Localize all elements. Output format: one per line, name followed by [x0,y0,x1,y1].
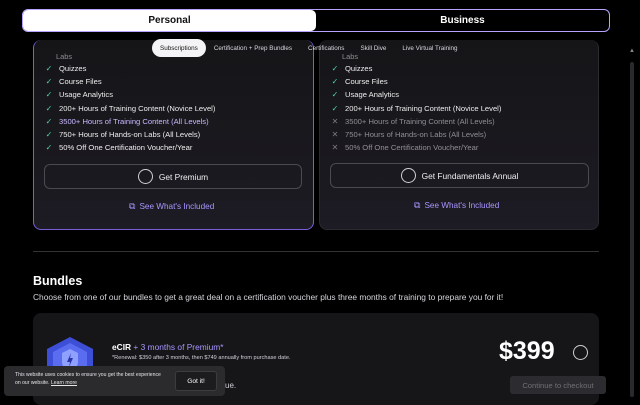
check-icon: ✓ [45,130,53,139]
check-icon: ✓ [45,64,53,73]
feature-item: ✓ 3500+ Hours of Training Content (All Le… [44,117,209,126]
external-link-icon: ⧉ [414,200,421,210]
cookie-accept-button[interactable]: Got it! [175,371,217,391]
bundle-select-radio[interactable] [573,345,588,360]
feature-text: 200+ Hours of Training Content (Novice L… [59,103,216,113]
check-icon: ✓ [45,143,53,153]
section-divider [33,251,599,252]
get-premium-button[interactable]: Get Premium [44,164,302,189]
tab-skill-dive[interactable]: Skill Dive [352,39,394,57]
check-icon: ✓ [45,77,53,87]
feature-text: Course Files [59,77,102,87]
cross-icon: ✕ [331,143,339,153]
check-icon: ✓ [331,77,339,87]
scroll-up-arrow-icon[interactable]: ▲ [629,48,635,54]
feature-item: ✓ 200+ Hours of Training Content (Novice … [330,103,502,113]
feature-text: 50% Off One Certification Voucher/Year [345,143,479,153]
tab-certification-prep-bundles[interactable]: Certification + Prep Bundles [206,39,300,57]
check-icon: ✓ [331,90,339,100]
feature-item: ✓ Quizzes [330,64,373,73]
cross-icon: ✕ [331,130,339,139]
bundle-plus-text: + 3 months of Premium* [131,342,224,352]
feature-text: 50% Off One Certification Voucher/Year [59,143,193,153]
premium-see-included-link[interactable]: ⧉ See What's Included [129,201,214,212]
bundles-heading: Bundles [33,274,83,288]
feature-item: ✓ Quizzes [44,64,87,73]
feature-text: Usage Analytics [345,90,400,100]
subscription-subnav: Subscriptions Certification + Prep Bundl… [152,39,466,57]
get-fundamentals-label: Get Fundamentals Annual [421,170,519,181]
check-icon: ✓ [331,103,339,113]
continue-to-checkout-button[interactable]: Continue to checkout [510,376,606,394]
bundle-cert-name: eCIR [112,342,132,352]
feature-item: ✓ Course Files [330,77,388,86]
check-icon: ✓ [45,116,53,126]
bundle-renewal-note: *Renewal: $350 after 3 months, then $749… [112,355,291,361]
radio-circle-icon [400,168,416,183]
feature-text: 750+ Hours of Hands-on Labs (All Levels) [345,130,487,139]
check-icon: ✓ [45,90,53,100]
tab-certifications[interactable]: Certifications [300,39,352,57]
personal-tab[interactable]: Personal [23,10,316,31]
fundamentals-see-included-link[interactable]: ⧉ See What's Included [414,200,499,211]
cross-icon: ✕ [331,116,339,126]
cookie-learn-more-link[interactable]: Learn more [51,380,77,386]
plan-toggle: Personal Business [22,9,610,32]
feature-item: ✓ 50% Off One Certification Voucher/Year [44,143,193,153]
feature-item: ✓ Course Files [44,77,102,86]
bundle-more-text: ue. [225,381,237,390]
check-icon: ✓ [45,103,53,113]
premium-plan-card: Labs ✓ Quizzes ✓ Course Files ✓ Usage Analyti… [33,40,314,230]
cookie-text: This website uses cookies to ensure you … [15,371,165,387]
cookie-message: This website uses cookies to ensure you … [15,372,161,386]
feature-text: Course Files [345,77,388,87]
premium-see-included-label: See What's Included [139,202,215,211]
business-tab[interactable]: Business [316,10,609,31]
external-link-icon: ⧉ [129,201,136,211]
feature-item: ✕ 3500+ Hours of Training Content (All Le… [330,117,495,126]
feature-item: ✕ 50% Off One Certification Voucher/Year [330,143,479,153]
feature-item: ✕ 750+ Hours of Hands-on Labs (All Levels… [330,130,487,139]
bundle-price: $399 [499,337,555,365]
feature-item: ✓ 200+ Hours of Training Content (Novice … [44,103,216,113]
tab-subscriptions[interactable]: Subscriptions [152,39,206,57]
cut-off-feature-text: Labs [56,52,73,61]
feature-text: Quizzes [59,64,87,73]
radio-circle-icon [137,169,153,184]
fundamentals-see-included-label: See What's Included [424,201,500,210]
fundamentals-plan-card: Labs ✓ Quizzes ✓ Course Files ✓ Usage Analyti… [319,40,599,230]
scrollbar[interactable] [630,62,634,397]
get-premium-label: Get Premium [158,171,209,182]
bundle-name: eCIR + 3 months of Premium* [112,342,224,352]
feature-text: Usage Analytics [59,90,114,100]
cookie-banner: This website uses cookies to ensure you … [4,366,225,396]
bundles-description: Choose from one of our bundles to get a … [33,292,504,302]
feature-text: 200+ Hours of Training Content (Novice L… [345,103,502,113]
get-fundamentals-annual-button[interactable]: Get Fundamentals Annual [330,163,589,188]
feature-item: ✓ Usage Analytics [330,90,399,99]
feature-text: 750+ Hours of Hands-on Labs (All Levels) [59,130,201,139]
feature-item: ✓ 750+ Hours of Hands-on Labs (All Levels… [44,130,201,139]
feature-text: 3500+ Hours of Training Content (All Lev… [59,116,209,126]
check-icon: ✓ [331,64,339,73]
tab-live-virtual-training[interactable]: Live Virtual Training [394,39,465,57]
feature-item: ✓ Usage Analytics [44,90,113,99]
feature-text: Quizzes [345,64,373,73]
feature-text: 3500+ Hours of Training Content (All Lev… [345,116,495,126]
